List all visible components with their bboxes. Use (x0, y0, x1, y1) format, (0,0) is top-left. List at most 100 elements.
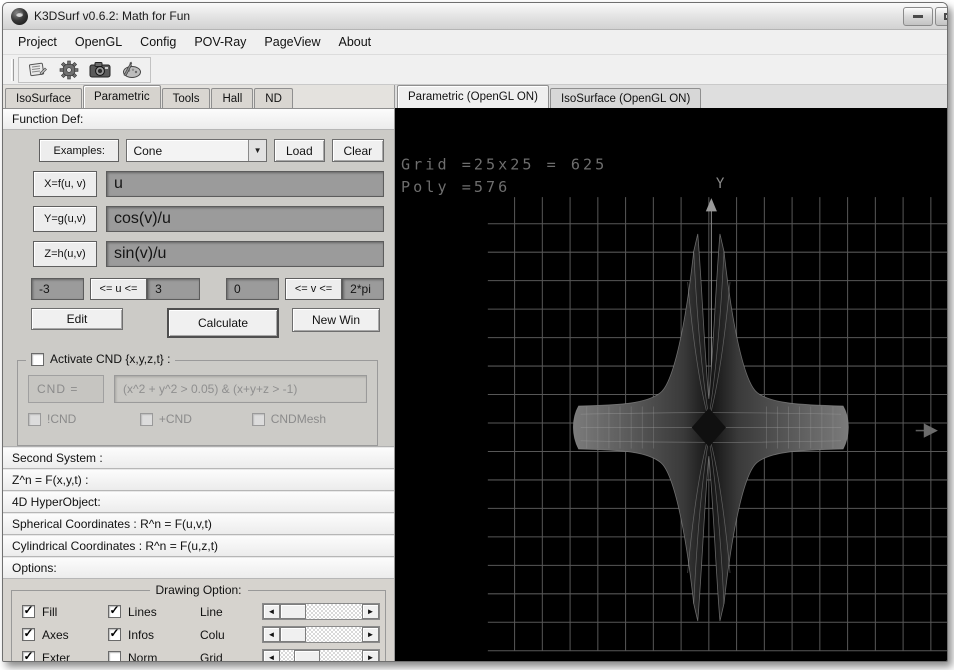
lines-checkbox[interactable] (108, 605, 121, 618)
examples-label: Examples: (39, 139, 119, 162)
menu-bar: Project OpenGL Config POV-Ray PageView A… (3, 30, 947, 55)
left-tab-bar: IsoSurface Parametric Tools Hall ND (3, 85, 394, 108)
toolbar-grip[interactable] (11, 59, 14, 81)
tab-isosurface[interactable]: IsoSurface (5, 88, 82, 108)
new-win-button[interactable]: New Win (292, 308, 380, 332)
v-min-input[interactable]: 0 (226, 278, 279, 300)
load-button[interactable]: Load (274, 139, 325, 162)
u-max-input[interactable]: 3 (147, 278, 200, 300)
cnd-groupbox: Activate CND {x,y,z,t} : CND = (x^2 + y^… (17, 360, 378, 446)
arrow-left-icon[interactable]: ◄ (263, 627, 280, 642)
z-function-input[interactable]: sin(v)/u (106, 241, 384, 267)
cnd-input[interactable]: (x^2 + y^2 > 0.05) & (x+y+z > -1) (114, 375, 367, 403)
menu-opengl[interactable]: OpenGL (66, 32, 131, 52)
activate-cnd-label: Activate CND {x,y,z,t} : (50, 352, 170, 366)
section-spherical[interactable]: Spherical Coordinates : R^n = F(u,v,t) (3, 513, 394, 535)
plus-cnd-checkbox[interactable] (140, 413, 153, 426)
u-min-input[interactable]: -3 (31, 278, 84, 300)
section-zn[interactable]: Z^n = F(x,y,t) : (3, 469, 394, 491)
gear-icon[interactable] (58, 60, 80, 80)
arrow-right-icon[interactable]: ► (362, 650, 379, 662)
norm-label: Norm (128, 651, 157, 663)
notes-icon[interactable] (27, 60, 49, 80)
section-4d-hyperobject[interactable]: 4D HyperObject: (3, 491, 394, 513)
x-function-input[interactable]: u (106, 171, 384, 197)
drawing-option-title: Drawing Option: (149, 583, 247, 597)
drawing-option-groupbox: Drawing Option: Fill Lines Line ◄ ► (11, 590, 386, 662)
v-range-label: <= v <= (285, 278, 342, 300)
left-panel: IsoSurface Parametric Tools Hall ND Func… (3, 85, 395, 661)
cndmesh-checkbox[interactable] (252, 413, 265, 426)
exter-checkbox[interactable] (22, 651, 35, 662)
cone-surface (573, 234, 848, 621)
plus-cnd-label: +CND (159, 412, 192, 426)
norm-checkbox[interactable] (108, 651, 121, 662)
function-def-panel: Examples: Cone ▼ Load Clear X=f(u, v) u … (3, 130, 394, 447)
tab-parametric[interactable]: Parametric (83, 85, 161, 108)
tab-tools[interactable]: Tools (162, 88, 211, 108)
activate-cnd-checkbox[interactable] (31, 353, 44, 366)
maximize-button[interactable] (935, 7, 948, 26)
menu-about[interactable]: About (329, 32, 380, 52)
edit-button[interactable]: Edit (31, 308, 123, 330)
options-panel: Drawing Option: Fill Lines Line ◄ ► (3, 579, 394, 662)
clear-button[interactable]: Clear (332, 139, 384, 162)
title-bar[interactable]: K3DSurf v0.6.2: Math for Fun (3, 3, 947, 30)
infos-label: Infos (128, 628, 154, 642)
arrow-right-icon[interactable]: ► (362, 627, 379, 642)
y-axis-label: Y (716, 176, 725, 192)
fill-checkbox[interactable] (22, 605, 35, 618)
exter-label: Exter (42, 651, 70, 663)
minimize-button[interactable] (903, 7, 933, 26)
lines-label: Lines (128, 605, 157, 619)
menu-pageview[interactable]: PageView (255, 32, 329, 52)
grid-slider-label: Grid (200, 651, 262, 663)
paint-icon[interactable] (120, 60, 142, 80)
y-axis-arrow-icon (706, 198, 717, 211)
menu-project[interactable]: Project (9, 32, 66, 52)
v-max-input[interactable]: 2*pi (342, 278, 384, 300)
line-slider-thumb[interactable] (280, 604, 306, 619)
window-title: K3DSurf v0.6.2: Math for Fun (34, 9, 190, 23)
axes-checkbox[interactable] (22, 628, 35, 641)
opengl-viewport[interactable]: Grid =25x25 = 625 Poly =576 Y (395, 108, 947, 661)
section-function-def[interactable]: Function Def: (3, 108, 394, 130)
section-cylindrical[interactable]: Cylindrical Coordinates : R^n = F(u,z,t) (3, 535, 394, 557)
right-tab-bar: Parametric (OpenGL ON) IsoSurface (OpenG… (395, 85, 947, 108)
right-panel: Parametric (OpenGL ON) IsoSurface (OpenG… (395, 85, 947, 661)
colu-slider-thumb[interactable] (280, 627, 306, 642)
app-window: K3DSurf v0.6.2: Math for Fun Project Ope… (2, 2, 948, 662)
u-range-label: <= u <= (90, 278, 147, 300)
z-function-label: Z=h(u,v) (33, 241, 97, 267)
poly-info-text: Poly =576 (401, 178, 510, 196)
chevron-down-icon[interactable]: ▼ (248, 140, 266, 161)
section-second-system[interactable]: Second System : (3, 447, 394, 469)
colu-slider[interactable]: ◄ ► (262, 626, 380, 643)
tab-nd[interactable]: ND (254, 88, 293, 108)
infos-checkbox[interactable] (108, 628, 121, 641)
section-options[interactable]: Options: (3, 557, 394, 579)
tab-isosurface-view[interactable]: IsoSurface (OpenGL ON) (550, 88, 701, 108)
cndmesh-label: CNDMesh (271, 412, 326, 426)
cnd-eq-label: CND = (28, 375, 104, 403)
toolbar (3, 55, 947, 85)
not-cnd-checkbox[interactable] (28, 413, 41, 426)
menu-config[interactable]: Config (131, 32, 185, 52)
tab-hall[interactable]: Hall (211, 88, 253, 108)
arrow-left-icon[interactable]: ◄ (263, 604, 280, 619)
calculate-button[interactable]: Calculate (167, 308, 279, 338)
y-function-label: Y=g(u,v) (33, 206, 97, 232)
not-cnd-label: !CND (47, 412, 76, 426)
parametric-3d-render: Grid =25x25 = 625 Poly =576 Y (395, 108, 947, 661)
line-slider[interactable]: ◄ ► (262, 603, 380, 620)
grid-slider[interactable]: ◄ ► (262, 649, 380, 662)
y-function-input[interactable]: cos(v)/u (106, 206, 384, 232)
fill-label: Fill (42, 605, 57, 619)
examples-dropdown[interactable]: Cone ▼ (126, 139, 267, 162)
camera-icon[interactable] (89, 60, 111, 80)
grid-slider-thumb[interactable] (294, 650, 320, 662)
arrow-left-icon[interactable]: ◄ (263, 650, 280, 662)
tab-parametric-view[interactable]: Parametric (OpenGL ON) (397, 85, 549, 108)
arrow-right-icon[interactable]: ► (362, 604, 379, 619)
menu-povray[interactable]: POV-Ray (185, 32, 255, 52)
